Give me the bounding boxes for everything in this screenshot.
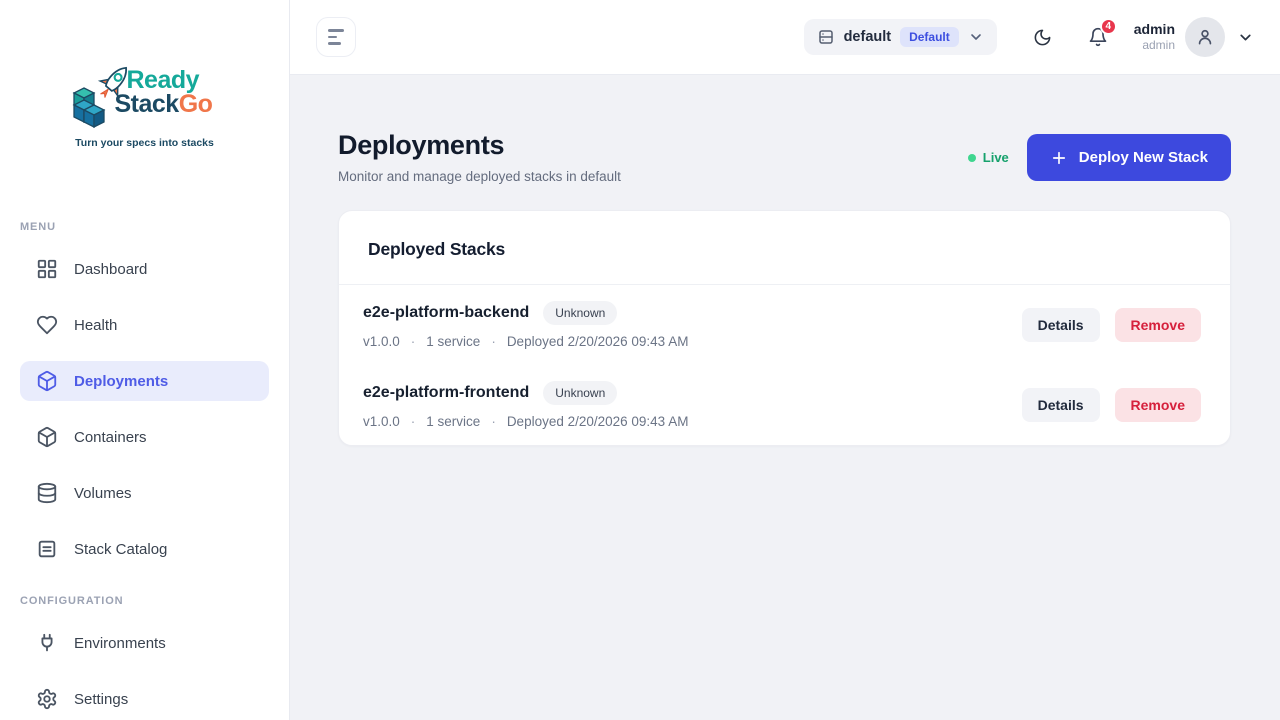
stack-row: e2e-platform-frontend Unknown v1.0.0 · 1… bbox=[339, 365, 1230, 445]
brand-logo: Ready StackGo Turn your specs into stack… bbox=[0, 0, 289, 149]
stack-row: e2e-platform-backend Unknown v1.0.0 · 1 … bbox=[339, 285, 1230, 365]
sidebar-item-label: Containers bbox=[74, 429, 147, 446]
stack-services: 1 service bbox=[426, 414, 480, 429]
environment-default-badge: Default bbox=[900, 27, 959, 47]
sidebar-item-environments[interactable]: Environments bbox=[20, 623, 269, 663]
sidebar-item-label: Dashboard bbox=[74, 261, 147, 278]
notification-count-badge: 4 bbox=[1100, 18, 1117, 35]
brand-stack: Stack bbox=[115, 90, 179, 118]
page-title: Deployments bbox=[338, 130, 621, 161]
stack-version: v1.0.0 bbox=[363, 414, 400, 429]
sidebar-item-dashboard[interactable]: Dashboard bbox=[20, 249, 269, 289]
sidebar-item-health[interactable]: Health bbox=[20, 305, 269, 345]
brand-wordmark: Ready StackGo bbox=[115, 69, 213, 117]
cube-icon bbox=[36, 370, 58, 392]
stack-deployed-date: Deployed 2/20/2026 09:43 AM bbox=[507, 334, 689, 349]
user-role: admin bbox=[1134, 38, 1175, 53]
dark-mode-toggle[interactable] bbox=[1033, 28, 1052, 47]
environment-selector[interactable]: default Default bbox=[804, 19, 997, 55]
deploy-button-label: Deploy New Stack bbox=[1079, 149, 1208, 166]
sidebar-item-label: Environments bbox=[74, 635, 166, 652]
details-button[interactable]: Details bbox=[1022, 308, 1100, 342]
stack-deployed-date: Deployed 2/20/2026 09:43 AM bbox=[507, 414, 689, 429]
live-status: Live bbox=[968, 150, 1009, 165]
avatar[interactable] bbox=[1185, 17, 1225, 57]
catalog-icon bbox=[36, 538, 58, 560]
brand-tagline: Turn your specs into stacks bbox=[75, 137, 214, 149]
sidebar-item-label: Health bbox=[74, 317, 117, 334]
card-title: Deployed Stacks bbox=[368, 239, 1201, 260]
notifications-button[interactable]: 4 bbox=[1088, 27, 1108, 47]
sidebar-item-label: Settings bbox=[74, 691, 128, 708]
deployed-stacks-card: Deployed Stacks e2e-platform-backend Unk… bbox=[338, 210, 1231, 446]
live-label: Live bbox=[983, 150, 1009, 165]
moon-icon bbox=[1033, 28, 1052, 47]
remove-button[interactable]: Remove bbox=[1115, 308, 1201, 342]
sidebar-item-containers[interactable]: Containers bbox=[20, 417, 269, 457]
chevron-down-icon bbox=[1237, 29, 1254, 46]
stack-version: v1.0.0 bbox=[363, 334, 400, 349]
user-menu-chevron[interactable] bbox=[1237, 29, 1254, 46]
remove-button[interactable]: Remove bbox=[1115, 388, 1201, 422]
status-badge: Unknown bbox=[543, 381, 617, 405]
stack-services: 1 service bbox=[426, 334, 480, 349]
grid-icon bbox=[36, 258, 58, 280]
card-header: Deployed Stacks bbox=[339, 211, 1230, 285]
live-dot-icon bbox=[968, 154, 976, 162]
details-button[interactable]: Details bbox=[1022, 388, 1100, 422]
sidebar-section-configuration: CONFIGURATION bbox=[20, 595, 289, 607]
gear-icon bbox=[36, 688, 58, 710]
sidebar-item-deployments[interactable]: Deployments bbox=[20, 361, 269, 401]
database-icon bbox=[36, 482, 58, 504]
person-icon bbox=[1195, 27, 1215, 47]
stack-meta: v1.0.0 · 1 service · Deployed 2/20/2026 … bbox=[363, 414, 688, 429]
plus-icon bbox=[1050, 149, 1068, 167]
user-info: admin admin bbox=[1134, 21, 1175, 54]
sidebar-section-menu: MENU bbox=[20, 221, 289, 233]
brand-go: Go bbox=[179, 90, 213, 118]
page-subtitle: Monitor and manage deployed stacks in de… bbox=[338, 169, 621, 184]
stack-name: e2e-platform-backend bbox=[363, 304, 529, 322]
sidebar-item-settings[interactable]: Settings bbox=[20, 679, 269, 719]
sidebar-item-label: Volumes bbox=[74, 485, 132, 502]
sidebar-item-volumes[interactable]: Volumes bbox=[20, 473, 269, 513]
stack-meta: v1.0.0 · 1 service · Deployed 2/20/2026 … bbox=[363, 334, 688, 349]
sidebar: Ready StackGo Turn your specs into stack… bbox=[0, 0, 290, 720]
main-content: Deployments Monitor and manage deployed … bbox=[290, 75, 1280, 720]
user-name: admin bbox=[1134, 21, 1175, 39]
topbar: default Default 4 admin admin bbox=[290, 0, 1280, 75]
sidebar-config-menu: Environments Settings bbox=[0, 623, 289, 719]
sidebar-toggle-button[interactable] bbox=[316, 17, 356, 57]
heart-icon bbox=[36, 314, 58, 336]
page-header: Deployments Monitor and manage deployed … bbox=[338, 130, 1231, 184]
menu-icon bbox=[328, 29, 344, 32]
stack-name: e2e-platform-frontend bbox=[363, 384, 529, 402]
sidebar-menu: Dashboard Health Deployments Containers … bbox=[0, 249, 289, 569]
server-icon bbox=[817, 28, 835, 46]
plug-icon bbox=[36, 632, 58, 654]
sidebar-item-label: Stack Catalog bbox=[74, 541, 167, 558]
deploy-new-stack-button[interactable]: Deploy New Stack bbox=[1027, 134, 1231, 181]
sidebar-item-label: Deployments bbox=[74, 373, 168, 390]
chevron-down-icon bbox=[968, 29, 984, 45]
status-badge: Unknown bbox=[543, 301, 617, 325]
environment-name: default bbox=[844, 29, 892, 45]
sidebar-item-stack-catalog[interactable]: Stack Catalog bbox=[20, 529, 269, 569]
cube-icon bbox=[36, 426, 58, 448]
